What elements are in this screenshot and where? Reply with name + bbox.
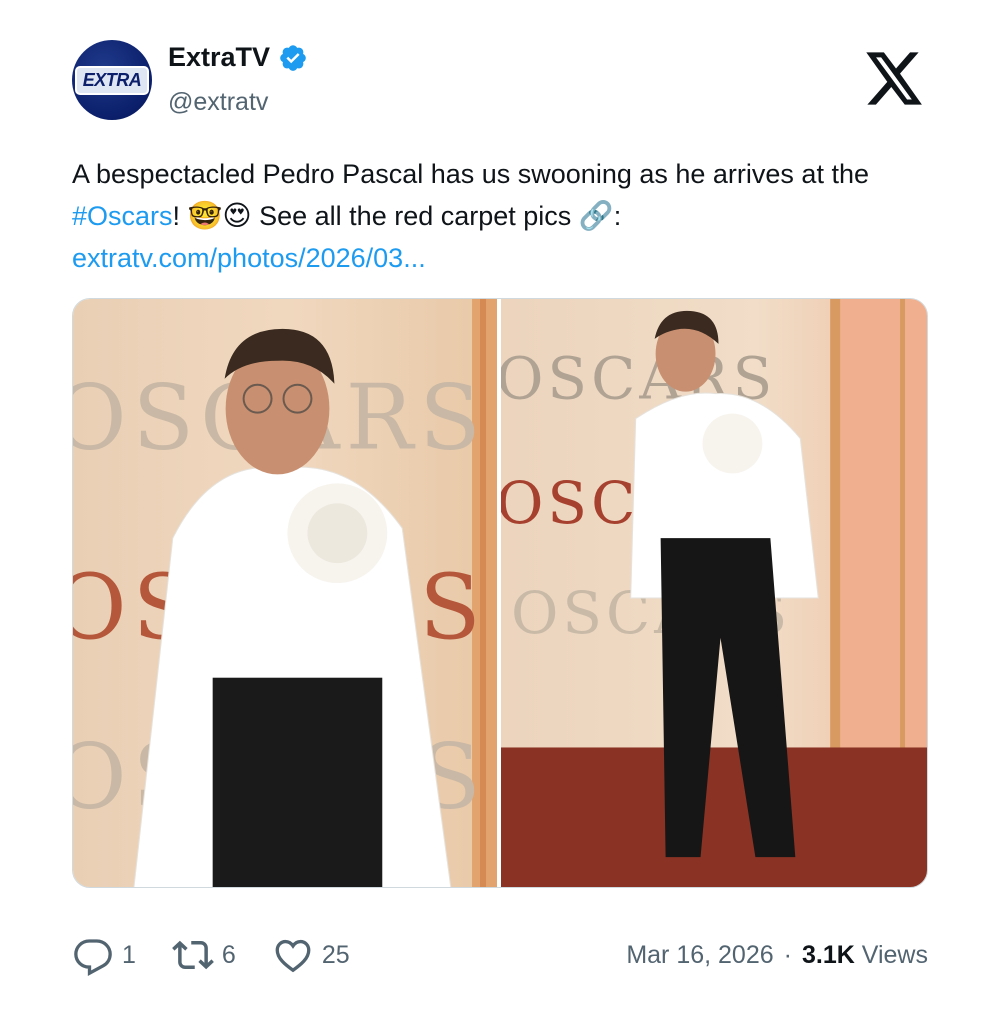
author-name-row: ExtraTV xyxy=(168,42,308,73)
views-label: Views xyxy=(861,940,928,969)
like-icon xyxy=(275,939,311,973)
tweet-text-part: See all the red carpet pics xyxy=(251,201,579,231)
reply-button[interactable]: 1 xyxy=(72,934,136,976)
meta-separator: · xyxy=(783,940,792,969)
tweet-text: A bespectacled Pedro Pascal has us swoon… xyxy=(72,153,952,279)
x-logo-icon[interactable] xyxy=(866,52,924,106)
hashtag-link[interactable]: #Oscars xyxy=(72,201,173,231)
tweet-text-part: ! xyxy=(172,201,188,231)
avatar[interactable]: EXTRA xyxy=(72,40,152,120)
retweet-icon xyxy=(172,940,214,970)
photo-2[interactable]: OSCARS OSCARS OSCARS xyxy=(501,299,927,887)
post-date[interactable]: Mar 16, 2026 xyxy=(626,941,773,970)
tweet-meta: Mar 16, 2026 · 3.1K Views xyxy=(626,941,928,970)
link-emoji: 🔗 xyxy=(578,199,614,232)
views-count: 3.1K xyxy=(801,940,855,969)
verified-icon xyxy=(280,44,306,71)
article-link[interactable]: extratv.com/photos/2026/03... xyxy=(72,243,426,273)
heart-eyes-emoji: 😍 xyxy=(222,199,252,232)
author-handle[interactable]: @extratv xyxy=(168,88,268,117)
tweet-actions: 1 6 25 Mar 16, 2026 · 3.1K Views xyxy=(72,930,928,980)
reply-count: 1 xyxy=(122,940,136,969)
author-display-name[interactable]: ExtraTV xyxy=(168,42,270,73)
like-button[interactable]: 25 xyxy=(272,934,350,976)
nerd-face-emoji: 🤓 xyxy=(187,199,223,232)
tweet-text-part: : xyxy=(613,201,622,231)
tweet-text-part: A bespectacled Pedro Pascal has us swoon… xyxy=(72,159,869,189)
retweet-count: 6 xyxy=(221,940,236,969)
like-count: 25 xyxy=(321,940,350,969)
photo-2-image: OSCARS OSCARS OSCARS xyxy=(501,299,927,887)
retweet-button[interactable]: 6 xyxy=(172,934,236,976)
avatar-logo-text: EXTRA xyxy=(74,65,150,95)
photo-1-image: OSCARS OSCARS OSCARS xyxy=(73,299,497,887)
photo-1[interactable]: OSCARS OSCARS OSCARS xyxy=(73,299,497,887)
media-gallery: OSCARS OSCARS OSCARS OSCARS OSCARS OSCAR… xyxy=(72,298,928,888)
reply-icon xyxy=(74,939,112,976)
